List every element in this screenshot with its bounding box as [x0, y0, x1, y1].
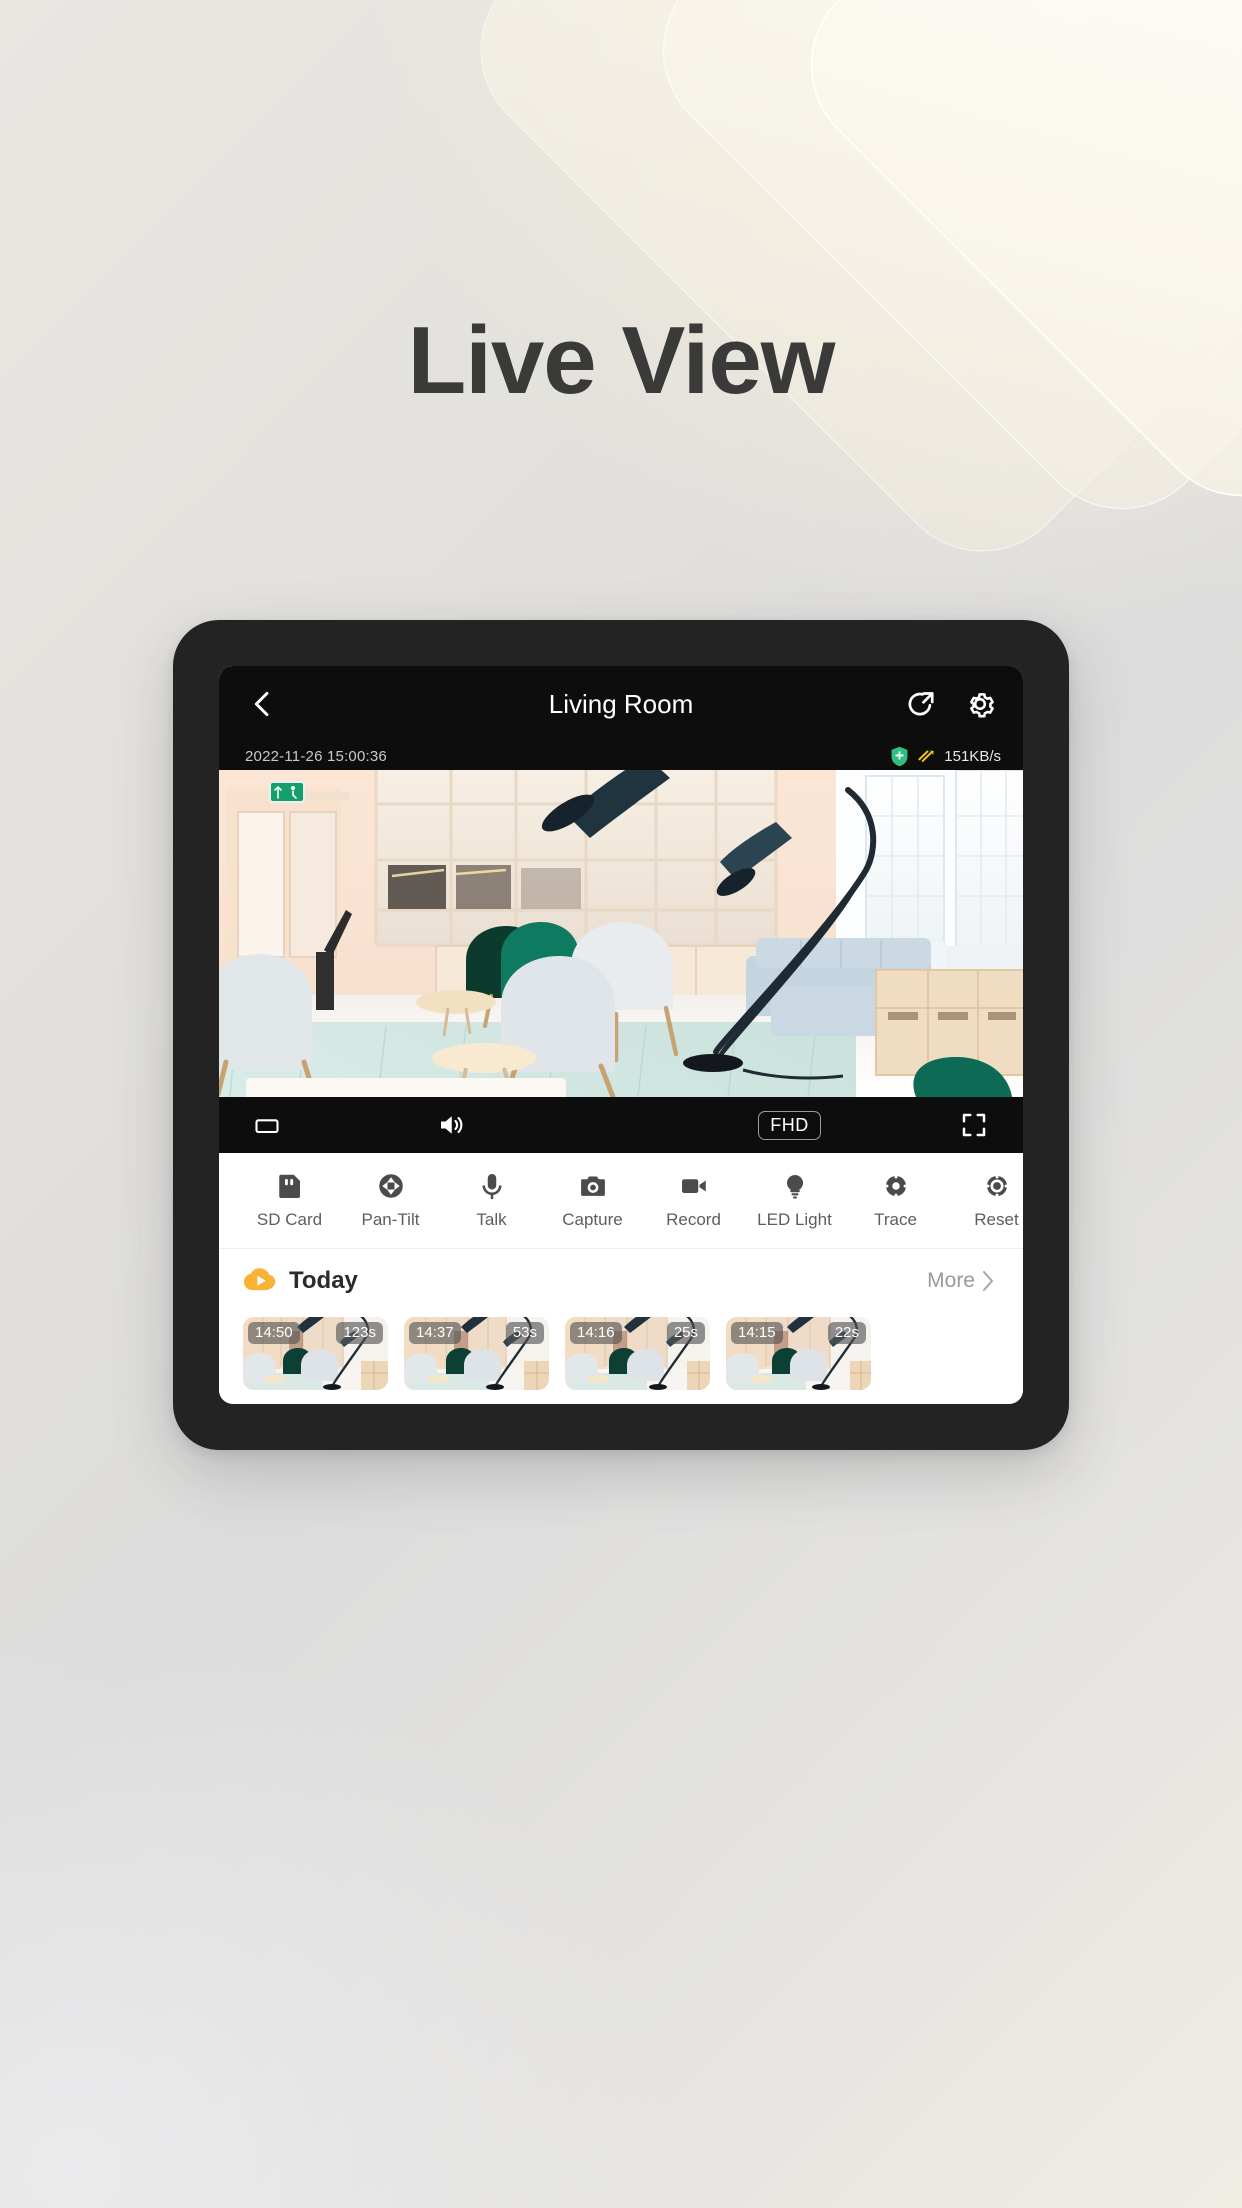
video-icon	[681, 1179, 706, 1193]
reset-icon	[982, 1171, 1011, 1201]
more-label: More	[927, 1269, 975, 1292]
clip-thumbnail[interactable]: 14:16 25s	[565, 1317, 710, 1390]
aspect-ratio-button[interactable]	[253, 1111, 281, 1139]
quality-button[interactable]: FHD	[620, 1110, 959, 1140]
background-glow-bottom-left	[0, 1608, 700, 2208]
live-video-feed[interactable]	[219, 770, 1023, 1097]
sd-card-icon	[278, 1174, 300, 1198]
toolbar-item-trace[interactable]: Trace	[845, 1171, 946, 1230]
stream-status-bar: 2022-11-26 15:00:36 151KB/s	[219, 742, 1023, 770]
toolbar-item-capture[interactable]: Capture	[542, 1171, 643, 1230]
toolbar-item-pan-tilt[interactable]: Pan-Tilt	[340, 1171, 441, 1230]
clip-time: 14:15	[731, 1322, 783, 1344]
sound-button[interactable]	[281, 1110, 620, 1140]
toolbar-label: Pan-Tilt	[361, 1210, 420, 1229]
toolbar-label: LED Light	[757, 1210, 832, 1229]
pan-tilt-icon	[378, 1174, 403, 1198]
toolbar-item-sd-card[interactable]: SD Card	[239, 1171, 340, 1230]
network-speed-icon	[918, 750, 935, 762]
clip-duration: 22s	[827, 1322, 866, 1344]
clip-time: 14:37	[409, 1322, 461, 1344]
header-actions	[905, 687, 997, 721]
stream-status-right: 151KB/s	[890, 746, 1001, 767]
fullscreen-button[interactable]	[959, 1110, 989, 1140]
network-speed-value: 151KB/s	[944, 747, 1001, 765]
toolbar-label: Talk	[476, 1210, 507, 1229]
toolbar-label: Record	[666, 1210, 721, 1229]
clip-thumbnail[interactable]: 14:37 53s	[404, 1317, 549, 1390]
cloud-play-icon	[243, 1268, 276, 1291]
device-screen: Living Room 2022-11-26 15:00:36 151KB/s …	[219, 666, 1023, 1404]
speaker-icon	[440, 1116, 462, 1134]
toolbar-item-talk[interactable]: Talk	[441, 1171, 542, 1230]
clip-duration: 25s	[666, 1322, 705, 1344]
device-frame: Living Room 2022-11-26 15:00:36 151KB/s …	[173, 620, 1069, 1450]
camera-name-title: Living Room	[548, 688, 694, 719]
toolbar-item-record[interactable]: Record	[643, 1171, 744, 1230]
screen-ratio-icon	[255, 1119, 279, 1134]
clip-thumbnail[interactable]: 14:50 123s	[243, 1317, 388, 1390]
toolbar-item-led-light[interactable]: LED Light	[744, 1171, 845, 1230]
stream-timestamp: 2022-11-26 15:00:36	[245, 747, 387, 765]
page-title: Live View	[407, 307, 836, 414]
toolbar-label: SD Card	[256, 1210, 323, 1229]
app-header: Living Room	[219, 666, 1023, 742]
toolbar-label: Trace	[874, 1210, 917, 1229]
bulb-icon	[786, 1175, 803, 1199]
share-icon[interactable]	[905, 687, 939, 721]
live-feed-scene	[219, 770, 1023, 1097]
gear-icon[interactable]	[963, 687, 997, 721]
toolbar-label: Capture	[562, 1210, 623, 1229]
back-button[interactable]	[245, 687, 279, 721]
clip-thumbnail[interactable]: 14:15 22s	[726, 1317, 871, 1390]
more-clips-button[interactable]: More	[927, 1269, 995, 1293]
toolbar-item-reset[interactable]: Reset	[946, 1171, 1023, 1230]
clip-duration: 123s	[336, 1322, 383, 1344]
toolbar-label: Reset	[974, 1210, 1019, 1229]
clip-duration: 53s	[505, 1322, 544, 1344]
clip-time: 14:16	[570, 1322, 622, 1344]
clip-time: 14:50	[248, 1322, 300, 1344]
chevron-right-icon	[983, 1271, 993, 1291]
shield-plus-icon	[891, 746, 908, 766]
microphone-icon	[482, 1174, 501, 1200]
clip-grid: 14:50 123s 14:37 53s 14:16 25s 14:15 22s	[219, 1313, 1023, 1404]
quality-badge: FHD	[758, 1110, 821, 1140]
clips-section-header: Today More	[219, 1249, 1023, 1313]
video-control-bar: FHD	[219, 1097, 1023, 1153]
feature-toolbar[interactable]: SD Card Pan-Tilt Talk Capture Record LED…	[219, 1153, 1023, 1249]
clips-section-title: Today	[289, 1267, 358, 1294]
camera-icon	[580, 1176, 605, 1196]
trace-icon	[881, 1171, 910, 1201]
fullscreen-icon	[962, 1113, 986, 1137]
